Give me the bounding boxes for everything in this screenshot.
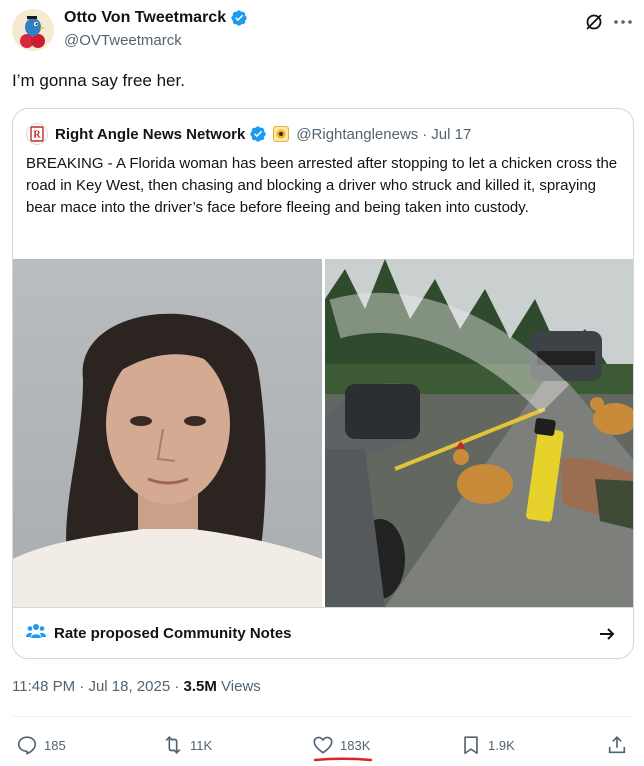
quoted-date[interactable]: Jul 17 (431, 126, 471, 143)
share-button[interactable] (606, 734, 628, 756)
meta-separator: · (79, 678, 85, 695)
tweet-header: Otto Von Tweetmarck @OVTweetmarck (0, 0, 644, 62)
quoted-tweet-body: BREAKING - A Florida woman has been arre… (26, 155, 618, 216)
tweet-time[interactable]: 11:48 PM (12, 678, 75, 695)
repost-button[interactable]: 11K (162, 734, 212, 756)
repost-icon (165, 736, 181, 754)
more-options-icon[interactable] (612, 11, 634, 33)
quoted-author-avatar[interactable]: R (26, 123, 48, 145)
quoted-tweet-card[interactable]: R Right Angle News Network @Rightanglene… (12, 108, 634, 659)
tweet-text: I’m gonna say free her. (12, 71, 185, 90)
share-icon (608, 736, 626, 754)
tweet-date[interactable]: Jul 18, 2025 (88, 678, 170, 695)
views-label: Views (221, 678, 261, 695)
like-button[interactable]: 183K (312, 734, 370, 756)
like-underline-annotation (314, 757, 372, 762)
bookmark-count: 1.9K (488, 737, 515, 753)
repost-count: 11K (190, 737, 213, 753)
meta-separator: · (174, 678, 180, 695)
tweet-meta: 11:48 PM · Jul 18, 2025 · 3.5M Views (12, 678, 261, 695)
bookmark-icon (464, 736, 478, 755)
verified-badge-icon (230, 9, 248, 27)
bookmark-button[interactable]: 1.9K (460, 734, 515, 756)
community-notes-label: Rate proposed Community Notes (54, 625, 292, 642)
like-count: 183K (340, 737, 371, 753)
author-display-name[interactable]: Otto Von Tweetmarck (64, 9, 226, 27)
quoted-author-name[interactable]: Right Angle News Network (55, 126, 245, 143)
quoted-author-handle[interactable]: @Rightanglenews (296, 126, 418, 143)
tweet-actions-bar: 185 11K 183K 1.9K (0, 730, 644, 760)
author-handle[interactable]: @OVTweetmarck (64, 32, 182, 49)
mugshot-photo[interactable] (13, 259, 322, 607)
community-notes-people-icon (26, 622, 46, 645)
divider (12, 716, 634, 717)
quoted-verified-badge-icon (249, 125, 267, 143)
quoted-tweet-header: R Right Angle News Network @Rightanglene… (26, 123, 471, 145)
quoted-separator: · (422, 125, 428, 143)
author-name-row: Otto Von Tweetmarck (64, 9, 248, 27)
views-count[interactable]: 3.5M (184, 678, 217, 695)
heart-icon (313, 736, 333, 754)
affiliate-badge-icon[interactable] (273, 126, 290, 142)
svg-text:R: R (33, 130, 41, 141)
author-avatar[interactable] (12, 9, 54, 51)
reply-count: 185 (44, 737, 66, 753)
arrow-right-icon (597, 624, 617, 644)
grok-icon[interactable] (584, 12, 604, 32)
community-notes-row[interactable]: Rate proposed Community Notes (13, 607, 633, 658)
reply-button[interactable]: 185 (16, 734, 66, 756)
quoted-media-grid (13, 259, 633, 607)
reply-icon (17, 736, 37, 755)
bear-spray-photo[interactable] (325, 259, 633, 607)
